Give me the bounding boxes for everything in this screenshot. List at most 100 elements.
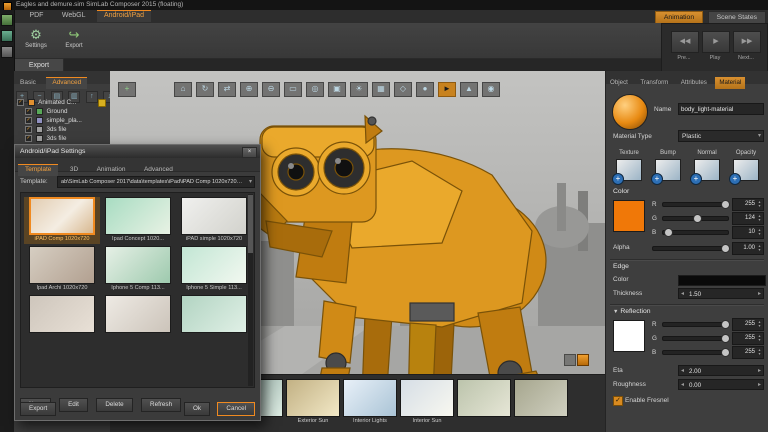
alpha-slider[interactable] [652,246,729,251]
tree-item-animated[interactable]: ✓ Animated C... [14,98,110,107]
template-image[interactable] [181,246,247,284]
scrollbar-thumb[interactable] [248,195,253,253]
opacity-slot[interactable]: Opacity + [729,150,763,181]
normal-thumb-icon[interactable]: + [694,159,720,181]
add-texture-icon[interactable]: + [612,173,624,185]
tree-item-3ds-file-1[interactable]: ✓ 3ds file [14,125,110,134]
snapshot-icon[interactable]: ◉ [482,82,500,97]
zoom-window-icon[interactable]: ▭ [284,82,302,97]
template-thumb-selected[interactable]: iPAD Comp 1020x720 [24,197,100,244]
library-icon[interactable] [1,30,13,42]
template-thumb[interactable]: Iphone 5 Simple 113... [176,246,252,293]
template-thumb[interactable]: iPAD simple 1020x720 [176,197,252,244]
measure-icon[interactable]: ◇ [394,82,412,97]
left-arrow-icon[interactable]: ◂ [681,380,684,391]
previous-frame-button[interactable]: ◀◀ [671,31,699,53]
grid-scrollbar[interactable] [248,194,253,386]
add-icon[interactable]: + [118,82,136,97]
light-icon[interactable]: ☀ [350,82,368,97]
slider-knob[interactable] [693,214,702,223]
blue-slider[interactable] [662,230,729,235]
tree-item-simple-pla[interactable]: ✓ simple_pla... [14,116,110,125]
diffuse-color-swatch[interactable] [613,200,645,232]
down-arrow-icon[interactable]: ▾ [756,248,763,252]
tab-pdf[interactable]: PDF [22,10,50,22]
dialog-titlebar[interactable]: Android/iPad Settings × [15,145,260,158]
template-image[interactable] [181,295,247,333]
render-thumb[interactable] [457,379,511,432]
fit-view-icon[interactable]: ◎ [306,82,324,97]
green-slider[interactable] [662,216,729,221]
refresh-button[interactable]: Refresh [141,398,181,412]
render-image[interactable] [457,379,511,417]
home-icon[interactable]: ⌂ [174,82,192,97]
enable-fresnel-checkbox[interactable]: ✓ [613,396,623,406]
right-arrow-icon[interactable]: ▸ [758,380,761,391]
thickness-stepper[interactable]: ◂ 1.50 ▸ [678,288,764,299]
render-thumb[interactable] [514,379,568,432]
next-frame-button[interactable]: ▶▶ [733,31,761,53]
render-image[interactable] [286,379,340,417]
blue-value-stepper[interactable]: 10▴▾ [732,226,764,239]
render-image[interactable] [343,379,397,417]
visibility-checkbox[interactable]: ✓ [25,108,32,115]
template-image[interactable] [105,197,171,235]
red-slider[interactable] [662,202,729,207]
alpha-value-stepper[interactable]: 1.00▴▾ [732,242,764,255]
collapse-icon[interactable]: ▼ [613,309,618,315]
template-thumb[interactable]: Iphone 5 Comp 113... [100,246,176,293]
texture-thumb-icon[interactable]: + [616,159,642,181]
lock-icon[interactable] [98,99,106,107]
reflection-green-slider[interactable] [662,336,729,341]
texture-slot[interactable]: Texture + [612,150,646,181]
zoom-out-icon[interactable]: ⊖ [262,82,280,97]
export-tab[interactable]: Export [14,58,64,72]
template-image[interactable] [29,295,95,333]
tree-item-3ds-file-2[interactable]: ✓ 3ds file [14,134,110,143]
render-thumb-exterior-sun[interactable]: Exterior Sun [286,379,340,432]
paint-icon[interactable]: ▲ [460,82,478,97]
normal-slot[interactable]: Normal + [690,150,724,181]
visibility-checkbox[interactable]: ✓ [25,135,32,142]
template-image[interactable] [105,246,171,284]
settings-button[interactable]: ⚙ Settings [18,26,54,49]
template-thumb[interactable] [100,295,176,342]
dialog-export-button[interactable]: Export [20,402,56,416]
red-value-stepper[interactable]: 255▴▾ [732,198,764,211]
down-arrow-icon[interactable]: ▾ [756,218,763,222]
dialog-tab-template[interactable]: Template [18,164,58,176]
reflection-blue-slider[interactable] [662,350,729,355]
render-image[interactable] [514,379,568,417]
template-image[interactable] [29,246,95,284]
template-thumb[interactable] [176,295,252,342]
tab-android-ipad[interactable]: Android/iPad [97,10,151,22]
material-type-select[interactable]: Plastic ▾ [678,130,764,142]
slider-knob[interactable] [721,200,730,209]
slider-knob[interactable] [721,320,730,329]
bump-thumb-icon[interactable]: + [655,159,681,181]
tab-webgl[interactable]: WebGL [55,10,93,22]
right-arrow-icon[interactable]: ▸ [758,366,761,377]
slider-knob[interactable] [721,348,730,357]
template-image[interactable] [105,295,171,333]
add-normal-icon[interactable]: + [690,173,702,185]
dialog-tab-3d[interactable]: 3D [63,164,85,176]
walk-icon[interactable]: ● [416,82,434,97]
add-opacity-icon[interactable]: + [729,173,741,185]
roughness-stepper[interactable]: ◂ 0.00 ▸ [678,379,764,390]
dialog-tab-advanced[interactable]: Advanced [137,164,180,176]
down-arrow-icon[interactable]: ▾ [756,324,763,328]
select-icon[interactable]: ► [438,82,456,97]
reflection-blue-stepper[interactable]: 255▴▾ [732,346,764,359]
down-arrow-icon[interactable]: ▾ [756,232,763,236]
pan-icon[interactable]: ⇄ [218,82,236,97]
zoom-in-icon[interactable]: ⊕ [240,82,258,97]
visibility-checkbox[interactable]: ✓ [17,99,24,106]
template-image[interactable] [29,197,95,235]
orbit-icon[interactable]: ↻ [196,82,214,97]
visibility-checkbox[interactable]: ✓ [25,126,32,133]
material-name-input[interactable] [678,103,764,115]
template-thumb[interactable] [24,295,100,342]
bump-slot[interactable]: Bump + [651,150,685,181]
left-arrow-icon[interactable]: ◂ [681,366,684,377]
